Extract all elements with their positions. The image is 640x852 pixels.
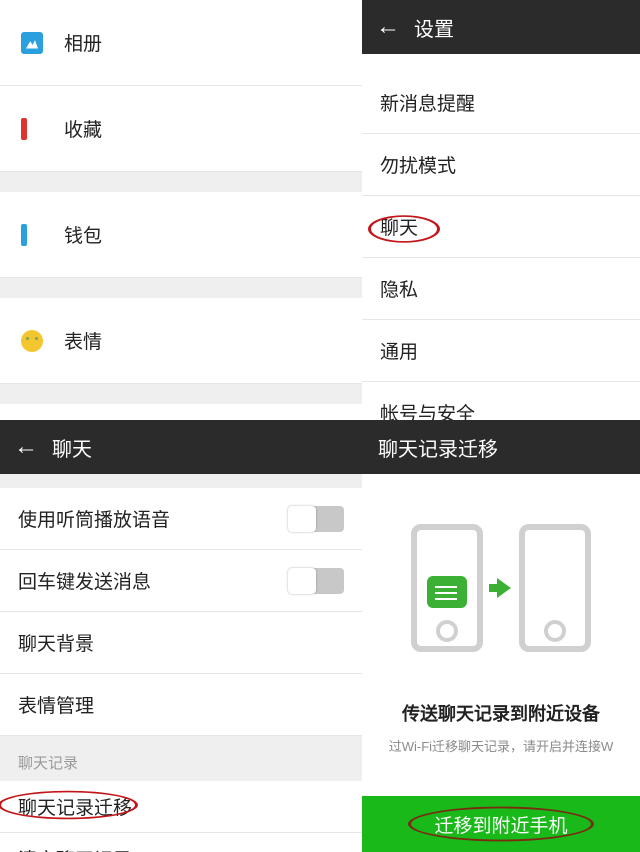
chat-item-background[interactable]: 聊天背景 [0,612,362,674]
item-label: 聊天背景 [18,629,94,656]
menu-label: 钱包 [64,221,102,248]
back-icon[interactable]: ← [374,13,402,41]
toggle-switch[interactable] [288,568,344,594]
menu-label: 表情 [64,327,102,354]
settings-item-dnd[interactable]: 勿扰模式 [362,134,640,196]
chat-item-enter-send[interactable]: 回车键发送消息 [0,550,362,612]
item-label: 使用听筒播放语音 [18,505,170,532]
chat-settings-panel: ← 聊天 使用听筒播放语音 回车键发送消息 聊天背景 表情管理 聊天记录 聊天记… [0,420,362,852]
migration-subtext: 过Wi-Fi迁移聊天记录，请开启并连接W [385,736,618,755]
toggle-switch[interactable] [288,506,344,532]
transfer-illustration [411,514,591,664]
item-label: 聊天 [380,213,418,240]
settings-item-notifications[interactable]: 新消息提醒 [362,72,640,134]
me-menu-panel: 相册 收藏 钱包 表情 设置 [0,0,362,420]
migration-heading: 传送聊天记录到附近设备 [402,700,600,726]
header-title: 聊天 [52,433,92,462]
phone-right-icon [519,524,591,652]
menu-item-settings[interactable]: 设置 [0,404,362,420]
back-icon[interactable]: ← [12,433,40,461]
menu-label: 相册 [64,29,102,56]
header-title: 聊天记录迁移 [378,433,498,462]
settings-item-privacy[interactable]: 隐私 [362,258,640,320]
item-label: 隐私 [380,275,418,302]
menu-item-favorites[interactable]: 收藏 [0,86,362,172]
settings-item-chat[interactable]: 聊天 [362,196,640,258]
item-label: 新消息提醒 [380,89,475,116]
menu-item-wallet[interactable]: 钱包 [0,192,362,278]
item-label: 勿扰模式 [380,151,456,178]
sticker-icon [18,327,46,355]
settings-item-general[interactable]: 通用 [362,320,640,382]
phone-left-icon [411,524,483,652]
item-label: 清空聊天记录 [18,845,132,852]
chat-item-clear[interactable]: 清空聊天记录 [0,833,362,852]
settings-header: ← 设置 [362,0,640,54]
chat-item-earpiece[interactable]: 使用听筒播放语音 [0,488,362,550]
migrate-button[interactable]: 迁移到附近手机 [362,796,640,852]
menu-label: 收藏 [64,115,102,142]
settings-panel: ← 设置 新消息提醒 勿扰模式 聊天 隐私 通用 帐号与安全 [362,0,640,420]
menu-item-album[interactable]: 相册 [0,0,362,86]
item-label: 表情管理 [18,691,94,718]
chat-item-migrate[interactable]: 聊天记录迁移 [0,781,362,833]
chat-header: ← 聊天 [0,420,362,474]
settings-item-account[interactable]: 帐号与安全 [362,382,640,420]
item-label: 通用 [380,337,418,364]
chat-item-sticker-manage[interactable]: 表情管理 [0,674,362,736]
wallet-icon [18,221,46,249]
migration-panel: 聊天记录迁移 传送聊天记录到附近设备 过Wi-Fi迁移聊天记录，请开启并连接W … [362,420,640,852]
migration-header: 聊天记录迁移 [362,420,640,474]
button-label: 迁移到附近手机 [434,811,567,838]
menu-item-sticker[interactable]: 表情 [0,298,362,384]
favorite-icon [18,115,46,143]
header-title: 设置 [414,13,454,42]
item-label: 回车键发送消息 [18,567,151,594]
item-label: 聊天记录迁移 [18,793,132,820]
arrow-right-icon [497,578,511,598]
album-icon [18,29,46,57]
section-label: 聊天记录 [0,736,362,781]
chat-bubble-icon [427,576,467,608]
item-label: 帐号与安全 [380,399,475,420]
